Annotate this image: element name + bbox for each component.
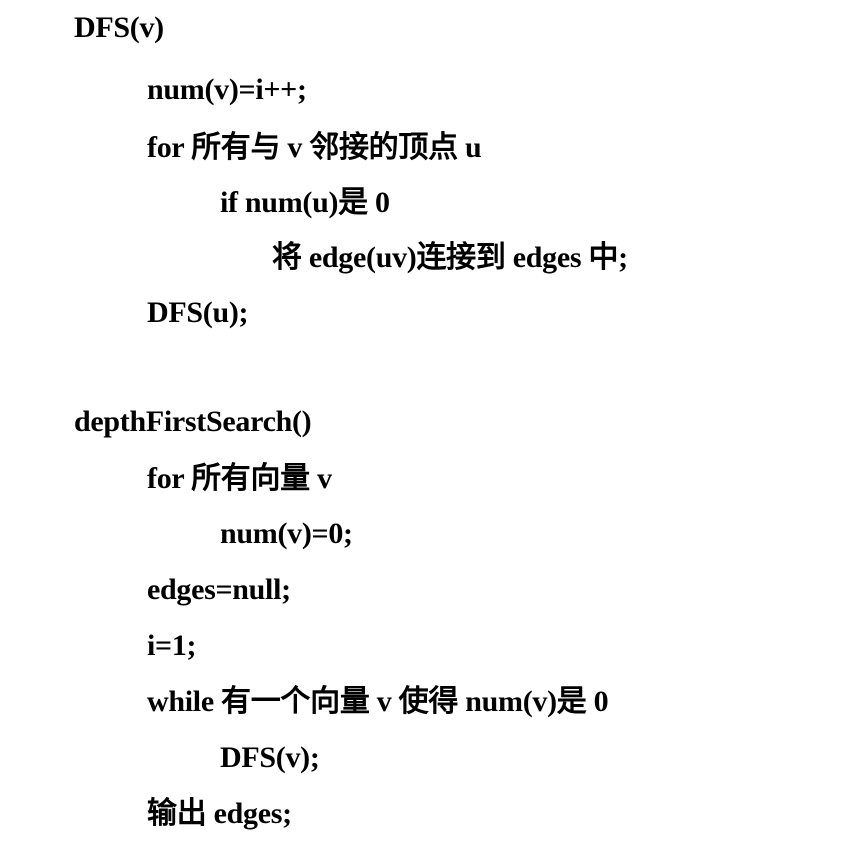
pseudocode-document: DFS(v) num(v)=i++; for 所有与 v 邻接的顶点 u if … bbox=[0, 0, 846, 856]
dfs-line-4: 将 edge(uv)连接到 edges 中; bbox=[272, 241, 628, 274]
dfs-main-line-6: DFS(v); bbox=[220, 741, 320, 774]
dfs-main-line-3: edges=null; bbox=[147, 573, 291, 606]
dfs-main-line-4: i=1; bbox=[147, 629, 197, 662]
dfs-main-signature: depthFirstSearch() bbox=[74, 405, 312, 438]
dfs-line-5: DFS(u); bbox=[147, 296, 249, 329]
dfs-main-line-7: 输出 edges; bbox=[147, 797, 292, 830]
dfs-main-line-5: while 有一个向量 v 使得 num(v)是 0 bbox=[147, 685, 609, 718]
dfs-line-3: if num(u)是 0 bbox=[220, 186, 390, 219]
dfs-main-line-2: num(v)=0; bbox=[220, 517, 353, 550]
dfs-line-2: for 所有与 v 邻接的顶点 u bbox=[147, 131, 482, 164]
dfs-main-line-1: for 所有向量 v bbox=[147, 462, 332, 495]
dfs-line-1: num(v)=i++; bbox=[147, 73, 307, 106]
dfs-signature: DFS(v) bbox=[74, 11, 164, 44]
